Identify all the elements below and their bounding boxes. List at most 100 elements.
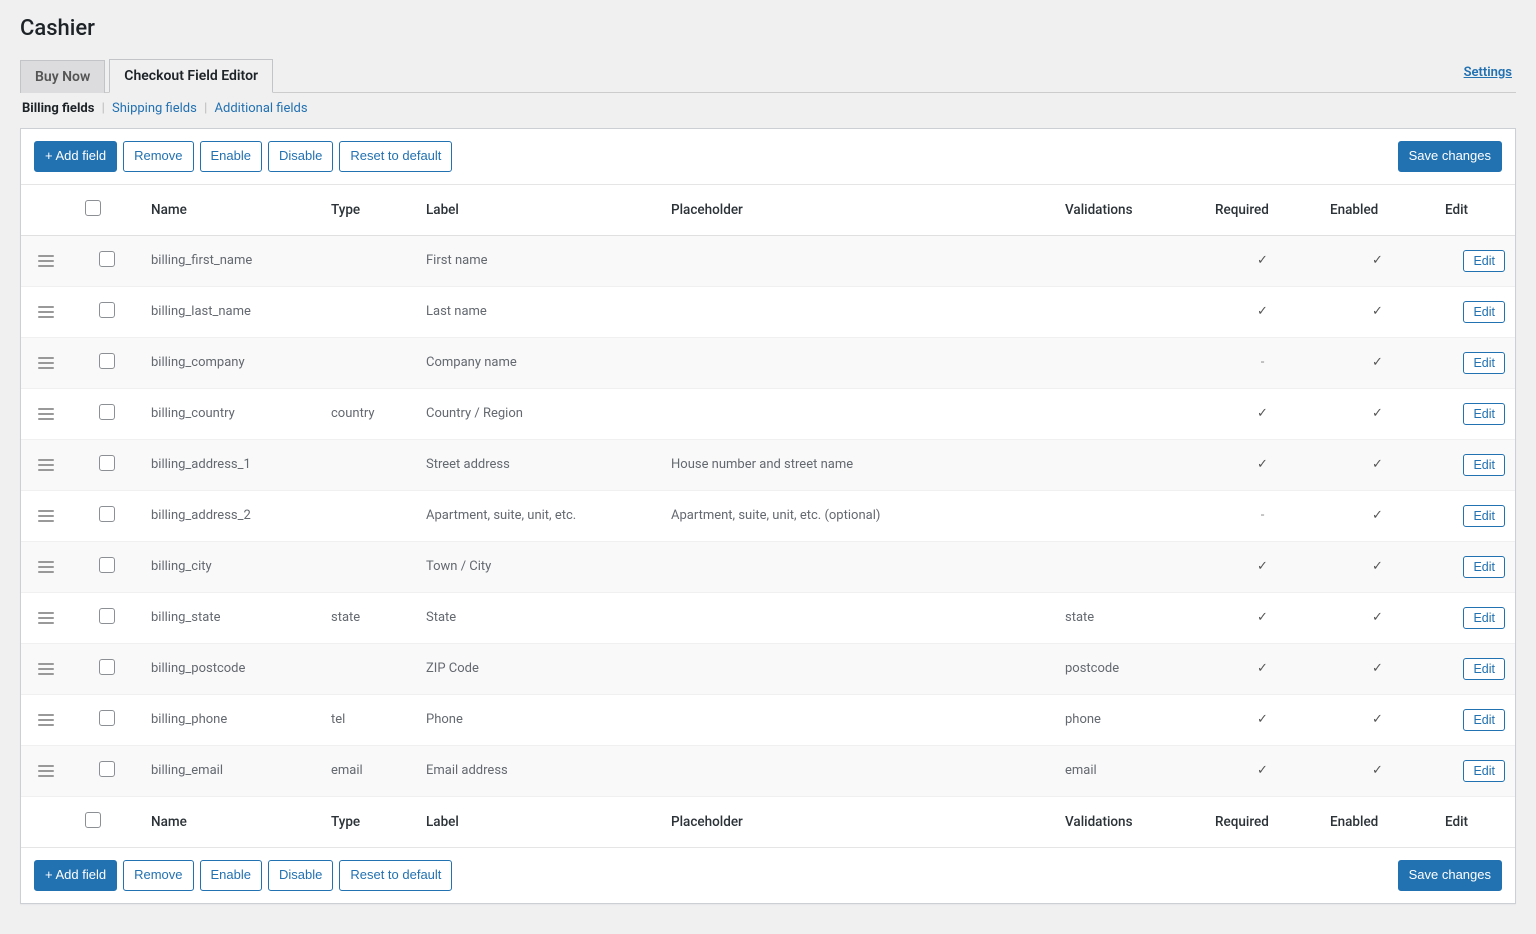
check-icon	[1372, 457, 1383, 472]
drag-handle-icon[interactable]	[38, 612, 54, 624]
add-field-button-bottom[interactable]: + Add field	[34, 860, 117, 891]
disable-button-bottom[interactable]: Disable	[268, 860, 333, 891]
save-changes-button[interactable]: Save changes	[1398, 141, 1502, 172]
cell-validations: email	[1055, 745, 1205, 796]
cell-name: billing_last_name	[141, 286, 321, 337]
field-group-subnav: Billing fields | Shipping fields | Addit…	[20, 93, 1516, 128]
cell-type: tel	[321, 694, 416, 745]
enable-button-bottom[interactable]: Enable	[200, 860, 262, 891]
cell-label: Street address	[416, 439, 661, 490]
cell-validations	[1055, 439, 1205, 490]
drag-handle-icon[interactable]	[38, 663, 54, 675]
cell-enabled	[1320, 439, 1435, 490]
cell-validations	[1055, 286, 1205, 337]
edit-row-button[interactable]: Edit	[1463, 556, 1505, 578]
cell-enabled	[1320, 337, 1435, 388]
cell-placeholder	[661, 694, 1055, 745]
settings-link[interactable]: Settings	[1464, 65, 1516, 86]
drag-handle-icon[interactable]	[38, 561, 54, 573]
row-checkbox[interactable]	[99, 659, 115, 675]
row-checkbox[interactable]	[99, 710, 115, 726]
check-icon	[1257, 661, 1268, 676]
drag-handle-icon[interactable]	[38, 255, 54, 267]
cell-placeholder	[661, 235, 1055, 286]
cell-required	[1205, 745, 1320, 796]
tab-checkout-field-editor[interactable]: Checkout Field Editor	[109, 59, 273, 93]
tf-placeholder: Placeholder	[661, 796, 1055, 847]
check-icon	[1257, 457, 1268, 472]
cell-type	[321, 337, 416, 388]
disable-button[interactable]: Disable	[268, 141, 333, 172]
cell-label: State	[416, 592, 661, 643]
row-checkbox[interactable]	[99, 455, 115, 471]
drag-handle-icon[interactable]	[38, 510, 54, 522]
check-icon	[1372, 763, 1383, 778]
th-edit: Edit	[1435, 185, 1515, 236]
check-icon	[1372, 610, 1383, 625]
cell-label: First name	[416, 235, 661, 286]
table-row: billing_address_2Apartment, suite, unit,…	[21, 490, 1515, 541]
row-checkbox[interactable]	[99, 251, 115, 267]
th-validations: Validations	[1055, 185, 1205, 236]
th-enabled: Enabled	[1320, 185, 1435, 236]
drag-handle-icon[interactable]	[38, 459, 54, 471]
drag-handle-icon[interactable]	[38, 765, 54, 777]
cell-type	[321, 439, 416, 490]
drag-handle-icon[interactable]	[38, 714, 54, 726]
row-checkbox[interactable]	[99, 302, 115, 318]
table-row: billing_address_1Street addressHouse num…	[21, 439, 1515, 490]
subnav-shipping[interactable]: Shipping fields	[112, 101, 197, 116]
select-all-checkbox-top[interactable]	[85, 200, 101, 216]
edit-row-button[interactable]: Edit	[1463, 352, 1505, 374]
cell-required	[1205, 388, 1320, 439]
drag-handle-icon[interactable]	[38, 306, 54, 318]
subnav-additional[interactable]: Additional fields	[215, 101, 308, 116]
check-icon	[1372, 406, 1383, 421]
row-checkbox[interactable]	[99, 761, 115, 777]
cell-validations	[1055, 337, 1205, 388]
check-icon	[1257, 253, 1268, 268]
edit-row-button[interactable]: Edit	[1463, 760, 1505, 782]
drag-handle-icon[interactable]	[38, 357, 54, 369]
save-changes-button-bottom[interactable]: Save changes	[1398, 860, 1502, 891]
edit-row-button[interactable]: Edit	[1463, 505, 1505, 527]
edit-row-button[interactable]: Edit	[1463, 403, 1505, 425]
edit-row-button[interactable]: Edit	[1463, 301, 1505, 323]
edit-row-button[interactable]: Edit	[1463, 454, 1505, 476]
cell-required	[1205, 694, 1320, 745]
table-row: billing_companyCompany nameEdit	[21, 337, 1515, 388]
row-checkbox[interactable]	[99, 506, 115, 522]
subnav-billing[interactable]: Billing fields	[22, 101, 94, 116]
drag-handle-icon[interactable]	[38, 408, 54, 420]
tf-validations: Validations	[1055, 796, 1205, 847]
cell-validations	[1055, 490, 1205, 541]
row-checkbox[interactable]	[99, 353, 115, 369]
reset-button-bottom[interactable]: Reset to default	[339, 860, 452, 891]
add-field-button[interactable]: + Add field	[34, 141, 117, 172]
reset-button[interactable]: Reset to default	[339, 141, 452, 172]
page-title: Cashier	[20, 16, 1516, 41]
fields-table: Name Type Label Placeholder Validations …	[21, 185, 1515, 847]
edit-row-button[interactable]: Edit	[1463, 709, 1505, 731]
edit-row-button[interactable]: Edit	[1463, 607, 1505, 629]
select-all-checkbox-bottom[interactable]	[85, 812, 101, 828]
th-label: Label	[416, 185, 661, 236]
tf-edit: Edit	[1435, 796, 1515, 847]
cell-name: billing_postcode	[141, 643, 321, 694]
row-checkbox[interactable]	[99, 404, 115, 420]
remove-button-bottom[interactable]: Remove	[123, 860, 193, 891]
table-row: billing_last_nameLast nameEdit	[21, 286, 1515, 337]
cell-label: Phone	[416, 694, 661, 745]
th-name: Name	[141, 185, 321, 236]
row-checkbox[interactable]	[99, 608, 115, 624]
tab-buy-now[interactable]: Buy Now	[20, 60, 105, 93]
remove-button[interactable]: Remove	[123, 141, 193, 172]
cell-type: email	[321, 745, 416, 796]
edit-row-button[interactable]: Edit	[1463, 658, 1505, 680]
row-checkbox[interactable]	[99, 557, 115, 573]
table-row: billing_first_nameFirst nameEdit	[21, 235, 1515, 286]
cell-type: country	[321, 388, 416, 439]
edit-row-button[interactable]: Edit	[1463, 250, 1505, 272]
enable-button[interactable]: Enable	[200, 141, 262, 172]
cell-required	[1205, 541, 1320, 592]
